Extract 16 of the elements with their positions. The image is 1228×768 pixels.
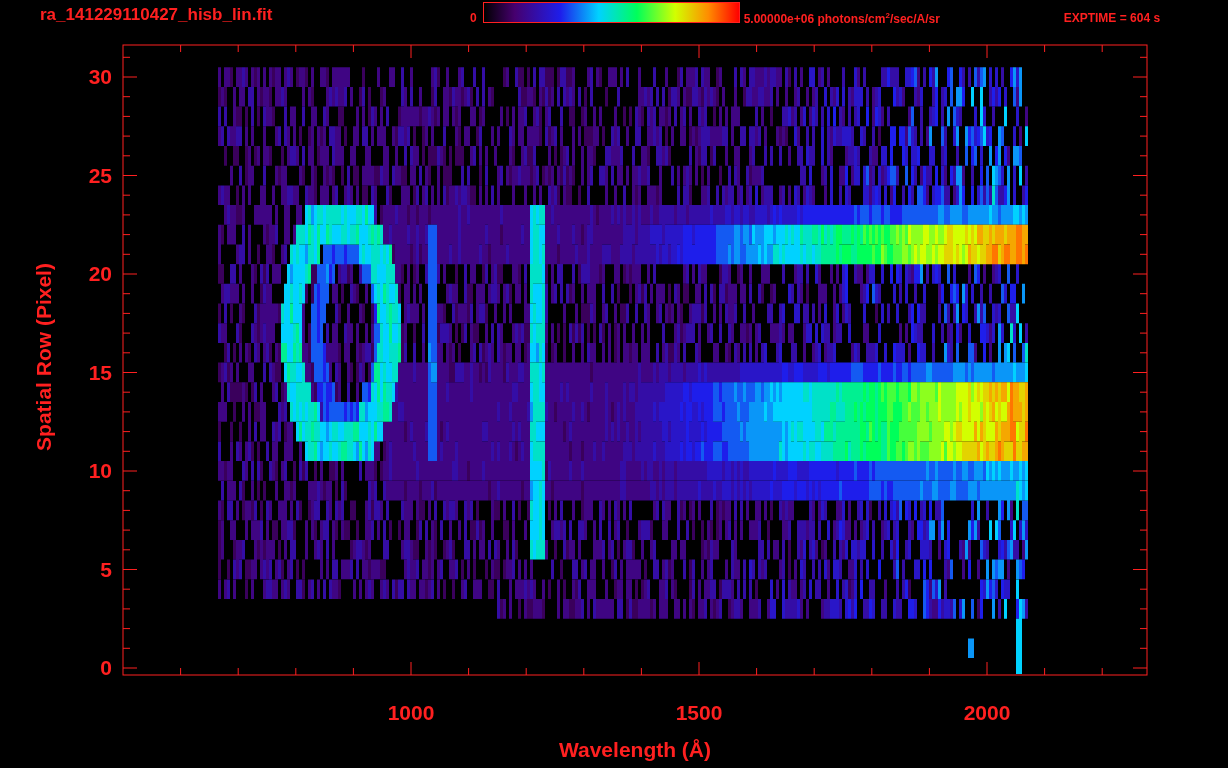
- y-tick-label: 10: [88, 459, 112, 482]
- y-tick-label: 5: [100, 557, 112, 581]
- x-axis-label: Wavelength (Å): [558, 738, 712, 761]
- y-tick-label: 30: [88, 65, 112, 88]
- y-tick-label: 25: [88, 163, 112, 187]
- colorbar-min-label: 0: [470, 11, 477, 25]
- exposure-time-label: EXPTIME = 604 s: [1063, 11, 1161, 25]
- y-tick-label: 15: [88, 360, 112, 384]
- x-tick-label: 1500: [675, 701, 723, 724]
- colorbar-units-label: 5.00000e+06 photons/cm$^{2}$/sec/A/sr: [743, 10, 941, 26]
- x-tick-label: 1000: [387, 701, 435, 724]
- file-name-title: ra_141229110427_hisb_lin.fit: [40, 5, 274, 25]
- y-tick-label: 0: [100, 656, 112, 679]
- x-tick-label: 2000: [963, 701, 1011, 724]
- y-axis-label: Spatial Row (Pixel): [32, 263, 55, 451]
- y-tick-label: 20: [88, 262, 112, 285]
